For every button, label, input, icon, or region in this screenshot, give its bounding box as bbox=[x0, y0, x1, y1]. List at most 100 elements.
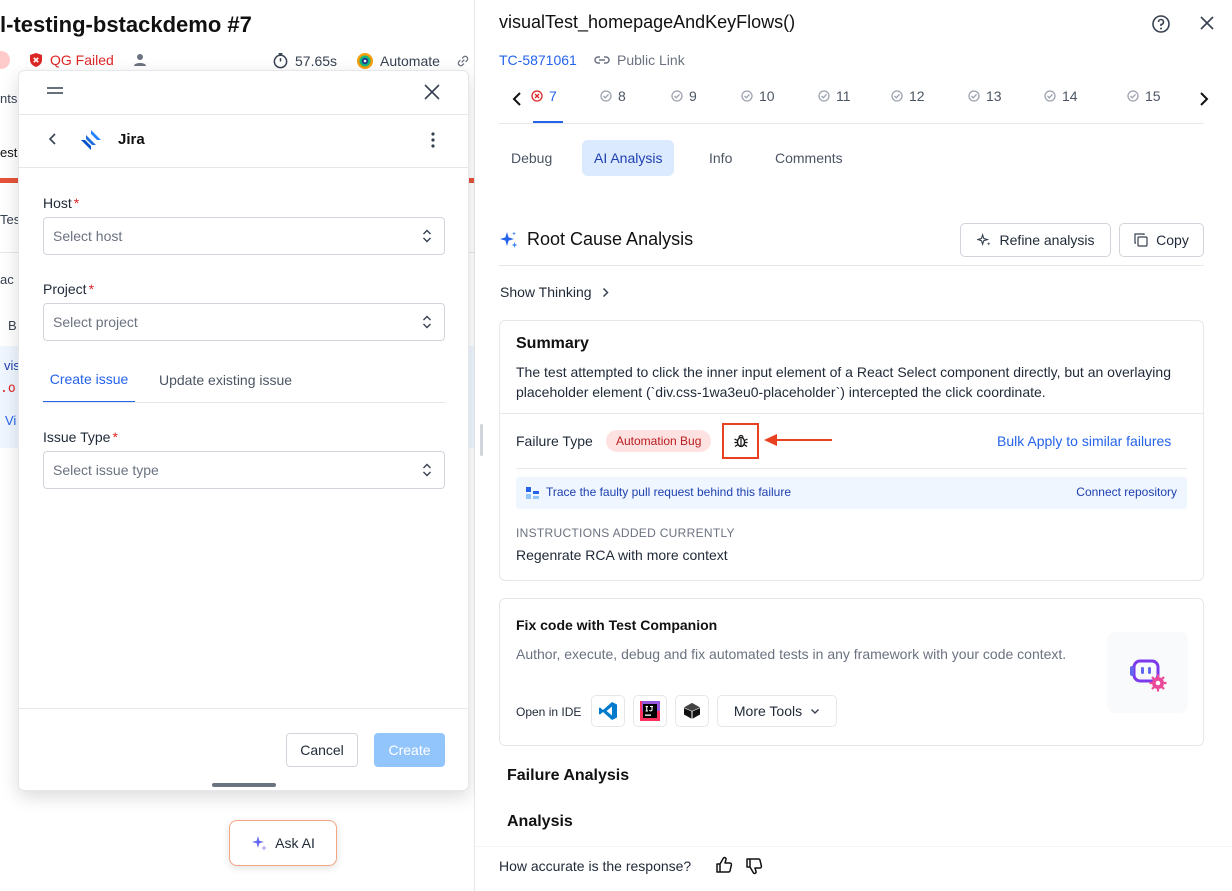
panel-resize-grip[interactable] bbox=[480, 424, 483, 456]
resize-handle[interactable] bbox=[212, 783, 276, 787]
run-number: 9 bbox=[689, 88, 697, 104]
instructions-heading: INSTRUCTIONS ADDED CURRENTLY bbox=[516, 526, 735, 540]
divider bbox=[19, 167, 468, 168]
bg-text-fragment: Vi bbox=[5, 413, 17, 428]
show-thinking-toggle[interactable]: Show Thinking bbox=[500, 284, 609, 300]
test-companion-illustration bbox=[1107, 632, 1188, 713]
run-tab-8[interactable]: 8 bbox=[600, 88, 626, 104]
thumbs-up-icon[interactable] bbox=[715, 856, 733, 874]
automate-product[interactable]: Automate bbox=[356, 52, 470, 70]
copy-button[interactable]: Copy bbox=[1119, 223, 1204, 257]
duration: 57.65s bbox=[272, 52, 337, 69]
help-icon[interactable] bbox=[1151, 14, 1171, 34]
sparkle-icon bbox=[499, 230, 519, 250]
open-in-ide-label: Open in IDE bbox=[516, 705, 582, 719]
qg-status[interactable]: QG Failed bbox=[28, 52, 148, 68]
sparkle-icon bbox=[251, 835, 268, 851]
divider bbox=[499, 265, 1204, 266]
trace-banner: Trace the faulty pull request behind thi… bbox=[516, 477, 1187, 509]
chevron-left-icon[interactable] bbox=[512, 91, 522, 107]
tab-ai-analysis[interactable]: AI Analysis bbox=[582, 140, 675, 176]
vscode-button[interactable] bbox=[591, 695, 625, 727]
issue-type-label-text: Issue Type bbox=[43, 429, 111, 445]
back-icon[interactable] bbox=[47, 132, 59, 146]
run-number: 13 bbox=[986, 88, 1002, 104]
user-icon bbox=[132, 52, 148, 68]
test-detail-panel: visualTest_homepageAndKeyFlows() TC-5871… bbox=[475, 0, 1232, 891]
automate-label: Automate bbox=[380, 53, 440, 69]
close-icon[interactable] bbox=[1199, 15, 1215, 31]
tab-comments[interactable]: Comments bbox=[763, 140, 855, 176]
test-id-link[interactable]: TC-5871061 bbox=[499, 52, 577, 68]
check-circle-icon bbox=[1127, 90, 1139, 102]
link-icon bbox=[593, 54, 611, 66]
check-circle-icon bbox=[968, 90, 980, 102]
chevron-right-icon bbox=[602, 287, 609, 298]
chevron-up-down-icon bbox=[422, 228, 432, 244]
ask-ai-button[interactable]: Ask AI bbox=[229, 820, 337, 866]
host-label-text: Host bbox=[43, 195, 72, 211]
more-tools-label: More Tools bbox=[733, 703, 803, 719]
jira-issue-panel: Jira Host * Select host Project * Select p… bbox=[18, 70, 469, 791]
project-select-value: Select project bbox=[53, 314, 138, 330]
divider bbox=[43, 402, 445, 403]
tab-info[interactable]: Info bbox=[697, 140, 744, 176]
run-tab-12[interactable]: 12 bbox=[891, 88, 925, 104]
tab-debug[interactable]: Debug bbox=[499, 140, 564, 176]
more-tools-button[interactable]: More Tools bbox=[717, 695, 837, 727]
host-select[interactable]: Select host bbox=[43, 217, 445, 255]
run-number: 11 bbox=[836, 88, 851, 104]
run-tab-15[interactable]: 15 bbox=[1127, 88, 1161, 104]
project-select[interactable]: Select project bbox=[43, 303, 445, 341]
issue-type-label: Issue Type * bbox=[43, 429, 118, 445]
feedback-question: How accurate is the response? bbox=[499, 858, 692, 874]
run-number: 8 bbox=[618, 88, 626, 104]
chevron-right-icon[interactable] bbox=[1199, 91, 1209, 107]
run-tab-7[interactable]: 7 bbox=[531, 88, 557, 104]
cancel-button[interactable]: Cancel bbox=[286, 733, 358, 767]
pull-request-icon bbox=[526, 487, 539, 499]
tab-create-issue[interactable]: Create issue bbox=[43, 357, 135, 403]
companion-text: Author, execute, debug and fix automated… bbox=[516, 646, 1067, 662]
run-tab-13[interactable]: 13 bbox=[968, 88, 1002, 104]
run-tab-9[interactable]: 9 bbox=[671, 88, 697, 104]
failure-type-label: Failure Type bbox=[516, 433, 593, 449]
close-icon[interactable] bbox=[423, 83, 441, 101]
cursor-ide-button[interactable] bbox=[675, 695, 709, 727]
issue-type-select-value: Select issue type bbox=[53, 462, 159, 478]
connect-repository-link[interactable]: Connect repository bbox=[1076, 485, 1177, 499]
divider bbox=[500, 413, 1203, 414]
run-number: 7 bbox=[549, 88, 557, 104]
run-tab-10[interactable]: 10 bbox=[741, 88, 775, 104]
divider bbox=[516, 468, 1187, 469]
public-link[interactable]: Public Link bbox=[593, 52, 685, 68]
bug-icon bbox=[733, 433, 749, 449]
link-icon bbox=[456, 54, 470, 68]
run-tab-11[interactable]: 11 bbox=[818, 88, 851, 104]
feedback-bar: How accurate is the response? bbox=[475, 846, 1232, 891]
issue-type-select[interactable]: Select issue type bbox=[43, 451, 445, 489]
thumbs-down-icon[interactable] bbox=[745, 857, 763, 875]
show-thinking-label: Show Thinking bbox=[500, 284, 592, 300]
divider bbox=[499, 123, 1204, 124]
host-label: Host * bbox=[43, 195, 79, 211]
create-button[interactable]: Create bbox=[374, 733, 445, 767]
drag-handle-icon[interactable] bbox=[45, 85, 65, 97]
run-tab-14[interactable]: 14 bbox=[1044, 88, 1078, 104]
edit-failure-type-button[interactable] bbox=[722, 423, 759, 459]
build-status-dot bbox=[0, 51, 10, 69]
bg-text-fragment: est bbox=[0, 145, 18, 160]
bulk-apply-link[interactable]: Bulk Apply to similar failures bbox=[997, 433, 1171, 449]
bg-text-fragment: .o bbox=[0, 381, 16, 396]
check-circle-icon bbox=[741, 90, 753, 102]
more-options-icon[interactable] bbox=[429, 131, 437, 149]
shield-fail-icon bbox=[28, 52, 44, 68]
analysis-heading: Analysis bbox=[507, 813, 573, 830]
tab-update-existing-issue[interactable]: Update existing issue bbox=[159, 357, 292, 403]
test-companion-card: Fix code with Test Companion Author, exe… bbox=[499, 598, 1204, 746]
refine-analysis-button[interactable]: Refine analysis bbox=[960, 223, 1111, 257]
companion-robot-icon bbox=[1128, 653, 1168, 693]
intellij-button[interactable] bbox=[633, 695, 667, 727]
copy-icon bbox=[1134, 233, 1148, 247]
failure-type-badge: Automation Bug bbox=[606, 430, 712, 452]
